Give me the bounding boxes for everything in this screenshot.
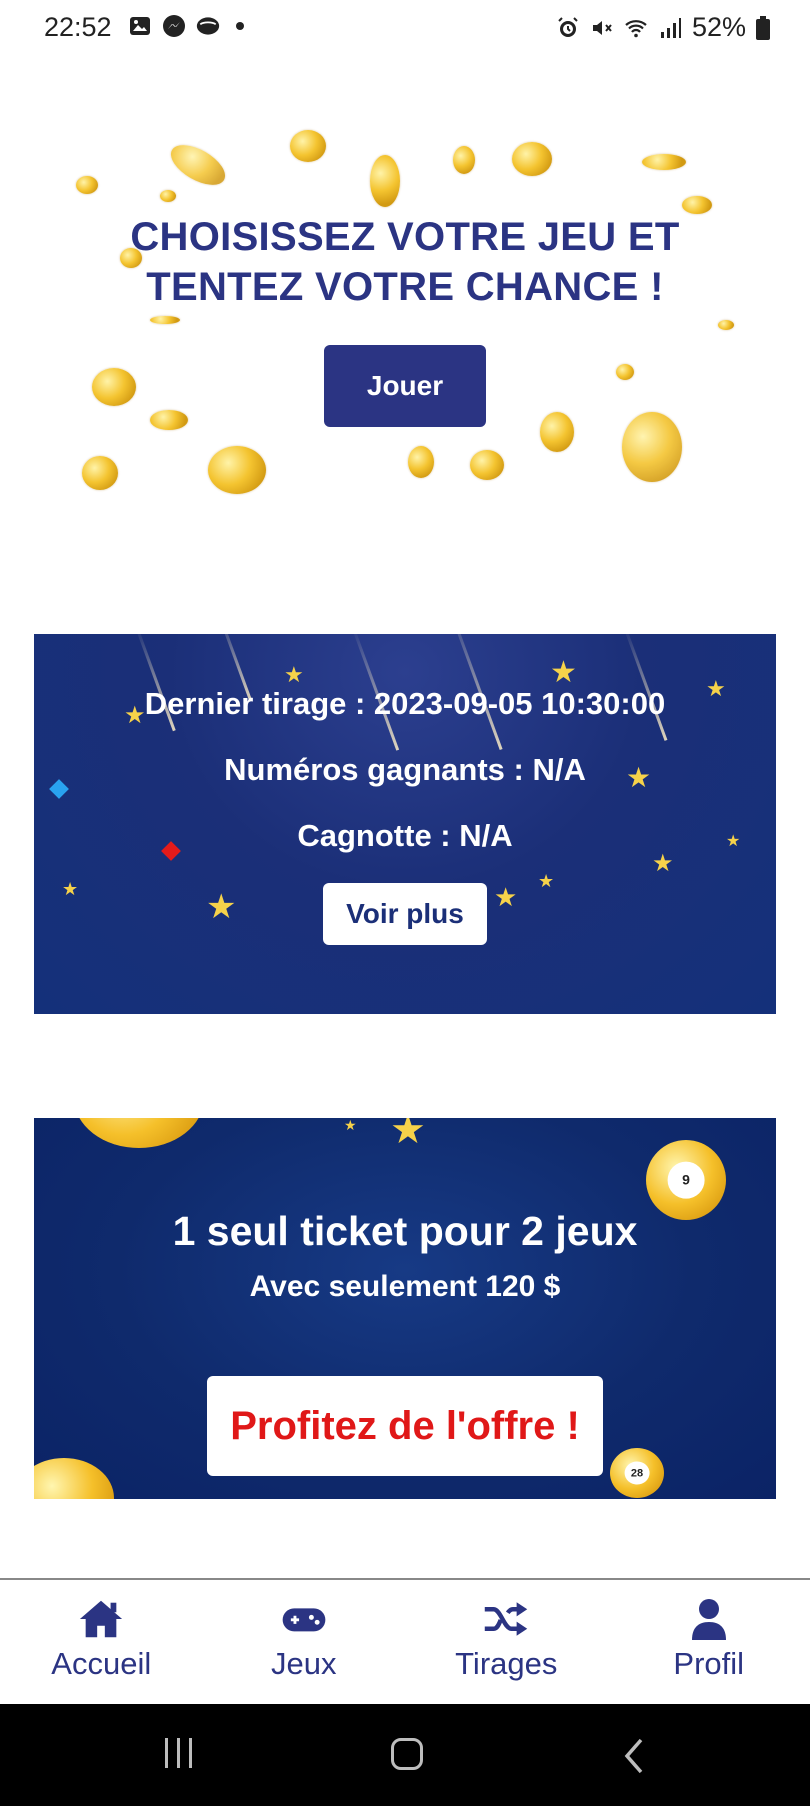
- system-icons: 52%: [556, 12, 770, 43]
- nav-item-games[interactable]: Jeux: [203, 1580, 406, 1704]
- hero-title-line-2: TENTEZ VOTRE CHANCE !: [146, 265, 664, 309]
- coin-decoration: [208, 446, 266, 494]
- hero-banner: CHOISISSEZ VOTRE JEU ET TENTEZ VOTRE CHA…: [70, 120, 740, 520]
- last-draw-card: ★ ★ ★ ★ ★ ★ ★ ★ ★ ★ ★ Dernier tirage : 2…: [34, 634, 776, 1014]
- star-decoration: ★: [284, 662, 304, 687]
- star-decoration: ★: [62, 879, 79, 899]
- lottery-ball-28: 28: [610, 1448, 664, 1498]
- coin-decoration: [92, 368, 136, 406]
- ball-number: 9: [667, 1161, 705, 1199]
- notification-icons: [128, 14, 244, 38]
- user-icon: [691, 1599, 726, 1640]
- coin-decoration: [150, 410, 188, 430]
- back-button[interactable]: [623, 1738, 645, 1774]
- coin-decoration: [76, 176, 98, 194]
- nav-label-draws: Tirages: [455, 1646, 558, 1681]
- coin-decoration: [82, 456, 118, 490]
- home-button[interactable]: [391, 1738, 423, 1770]
- nav-item-profile[interactable]: Profil: [608, 1580, 810, 1704]
- star-decoration: ★: [538, 871, 555, 891]
- wifi-icon: [625, 19, 647, 37]
- battery-percent: 52%: [691, 12, 746, 42]
- winning-numbers: Numéros gagnants : N/A: [224, 752, 586, 787]
- hero-title-line-1: CHOISISSEZ VOTRE JEU ET: [130, 215, 680, 259]
- coin-decoration: [512, 142, 552, 176]
- offer-subtitle: Avec seulement 120 $: [249, 1270, 561, 1303]
- offer-title: 1 seul ticket pour 2 jeux: [172, 1208, 638, 1254]
- status-bar: 22:52 52%: [0, 0, 810, 56]
- coin-decoration: [150, 316, 180, 324]
- recent-apps-button[interactable]: [165, 1738, 192, 1768]
- nav-item-home[interactable]: Accueil: [0, 1580, 203, 1704]
- see-more-button[interactable]: Voir plus: [323, 883, 487, 945]
- last-draw-date: Dernier tirage : 2023-09-05 10:30:00: [144, 686, 666, 721]
- star-decoration: ★: [494, 882, 518, 912]
- signal-icon: [660, 17, 681, 38]
- nav-label-home: Accueil: [51, 1646, 152, 1681]
- coin-decoration: [642, 154, 686, 170]
- battery-icon: [756, 15, 770, 40]
- notification-dot: [236, 22, 244, 30]
- offer-banner: ★ ★ 9 28 1 seul ticket pour 2 jeux Avec …: [34, 1118, 776, 1499]
- alarm-icon: [558, 16, 578, 37]
- nav-label-profile: Profil: [673, 1646, 745, 1681]
- star-decoration: ★: [652, 850, 674, 877]
- status-time: 22:52: [44, 12, 112, 42]
- bottom-navigation: Accueil Jeux Tirages Profil: [0, 1578, 810, 1704]
- nav-label-games: Jeux: [271, 1646, 337, 1681]
- system-navigation-bar: [0, 1704, 810, 1806]
- coin-decoration: [540, 412, 574, 452]
- home-icon: [80, 1600, 123, 1638]
- gallery-icon: [130, 17, 150, 35]
- coin-decoration: [160, 190, 176, 202]
- coin-decoration: [370, 155, 400, 207]
- offer-cta-button[interactable]: Profitez de l'offre !: [207, 1376, 603, 1476]
- ball-number: 28: [624, 1461, 650, 1485]
- coin-decoration: [470, 450, 504, 480]
- coin-decoration: [164, 137, 232, 193]
- star-decoration: ★: [344, 1118, 357, 1133]
- lottery-ball-decoration: [34, 1458, 114, 1499]
- lottery-ball-decoration: [74, 1118, 204, 1148]
- nav-item-draws[interactable]: Tirages: [405, 1580, 608, 1704]
- shuffle-icon: [485, 1602, 528, 1636]
- hero-title: CHOISISSEZ VOTRE JEU ET TENTEZ VOTRE CHA…: [70, 212, 740, 312]
- jackpot: Cagnotte : N/A: [297, 818, 513, 853]
- coin-decoration: [408, 446, 434, 478]
- star-decoration: ★: [550, 656, 577, 689]
- cloud-icon: [196, 17, 220, 35]
- play-button[interactable]: Jouer: [324, 345, 486, 427]
- coin-decoration: [290, 130, 326, 162]
- messenger-icon: [163, 15, 185, 37]
- coin-decoration: [622, 412, 682, 482]
- coin-decoration: [453, 146, 475, 174]
- coin-decoration: [616, 364, 634, 380]
- mute-icon: [592, 20, 612, 35]
- star-decoration: ★: [390, 1118, 426, 1152]
- coin-decoration: [718, 320, 734, 330]
- star-decoration: ★: [206, 888, 237, 926]
- gamepad-icon: [282, 1608, 326, 1632]
